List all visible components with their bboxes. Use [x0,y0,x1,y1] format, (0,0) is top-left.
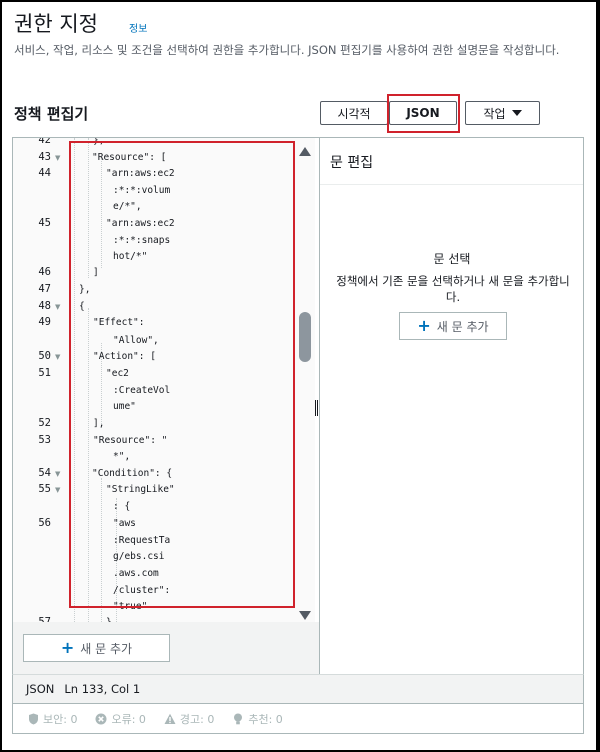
line-number: 50 [38,350,51,362]
page-title: 권한 지정 [14,12,98,36]
scroll-down-arrow-icon[interactable] [299,611,311,620]
error-icon [95,713,107,725]
plus-icon: + [60,638,75,657]
panel-separator [320,184,583,185]
line-number-gutter: 42 43 ▼ 44 45 46 47 48 ▼ 49 50 ▼ 51 52 53 54 ▼ 55 ▼ 56 57 [13,138,63,622]
add-statement-label: 새 문 추가 [436,319,489,334]
line-number: 48 [38,300,51,312]
line-number: 52 [38,417,51,429]
visual-tab-button[interactable]: 시각적 [320,101,388,125]
line-number: 47 [38,283,51,295]
code-highlight [69,141,295,608]
security-findings[interactable]: 보안: 0 [27,711,77,727]
statement-panel-title: 문 편집 [330,155,374,171]
fold-arrow-icon[interactable]: ▼ [55,154,60,162]
caret-down-icon [511,110,522,116]
policy-editor-title: 정책 편집기 [14,105,89,123]
plus-icon: + [417,316,431,335]
editor-status-bar: JSON Ln 133, Col 1 [12,674,584,704]
scroll-up-arrow-icon[interactable] [299,147,311,156]
page-description: 서비스, 작업, 리소스 및 조건을 선택하여 권한을 추가합니다. JSON … [14,43,560,57]
error-findings[interactable]: 오류: 0 [95,711,146,727]
line-number: 55 [38,483,51,495]
shield-icon [27,713,39,725]
cursor-position: Ln 133, Col 1 [64,682,141,696]
line-number: 43 [38,151,51,163]
line-number: 46 [38,266,51,278]
line-number: 53 [38,434,51,446]
status-mode: JSON [26,682,55,696]
actions-label: 작업 [483,106,506,121]
fold-arrow-icon[interactable]: ▼ [55,486,60,494]
json-tab-highlight [387,94,460,133]
fold-arrow-icon[interactable]: ▼ [55,353,60,361]
line-number: 45 [38,217,51,229]
actions-dropdown-button[interactable]: 작업 [465,101,540,125]
suggestion-findings[interactable]: 추천: 0 [232,711,283,727]
add-statement-button-left[interactable]: + 새 문 추가 [23,634,170,662]
warning-icon [164,713,176,725]
scrollbar-thumb[interactable] [299,312,311,362]
select-statement-title: 문 선택 [433,252,471,266]
line-number: 51 [38,367,51,379]
line-number: 49 [38,316,51,328]
line-number: 56 [38,517,51,529]
add-statement-button[interactable]: + 새 문 추가 [399,312,507,340]
line-number: 54 [38,467,51,479]
fold-arrow-icon[interactable]: ▼ [55,470,60,478]
fold-arrow-icon[interactable]: ▼ [55,303,60,311]
select-statement-description: 정책에서 기존 문을 선택하거나 새 문을 추가합니다. [336,274,570,304]
info-link[interactable]: 정보 [129,20,147,35]
add-statement-label: 새 문 추가 [80,641,133,656]
line-number: 42 [38,138,51,146]
panel-divider [319,138,320,674]
resize-handle-icon[interactable] [315,400,318,416]
suggestion-icon [232,713,244,725]
validation-bar: 보안: 0 오류: 0 경고: 0 추천: 0 [12,704,584,734]
warning-findings[interactable]: 경고: 0 [164,711,214,727]
line-number: 44 [38,167,51,179]
